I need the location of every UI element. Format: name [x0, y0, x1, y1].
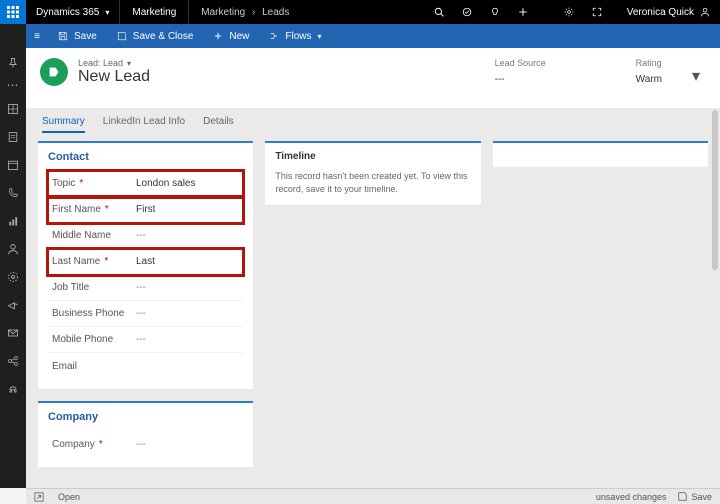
- related-section: [493, 141, 708, 167]
- rail-email[interactable]: [6, 326, 20, 340]
- rail-calls[interactable]: [6, 186, 20, 200]
- record-status: Open: [58, 492, 80, 502]
- form-tabs: Summary LinkedIn Lead Info Details: [38, 108, 708, 141]
- footer-save-button[interactable]: Save: [678, 492, 712, 502]
- field-first-name[interactable]: First Name* First: [48, 197, 243, 223]
- bulb-icon: [490, 7, 500, 17]
- company-section: Company Company* ---: [38, 401, 253, 467]
- rail-support[interactable]: [6, 382, 20, 396]
- chevron-down-icon: ▾: [105, 8, 109, 17]
- rail-campaigns[interactable]: [6, 298, 20, 312]
- fullscreen-button[interactable]: [583, 0, 611, 24]
- breadcrumb-area[interactable]: Marketing: [201, 7, 245, 18]
- save-close-button[interactable]: Save & Close: [107, 31, 204, 42]
- page-title: New Lead: [78, 68, 150, 86]
- scrollbar[interactable]: [712, 110, 718, 270]
- field-job-title[interactable]: Job Title ---: [48, 275, 243, 301]
- expand-icon: [592, 7, 602, 17]
- form-header: Lead: Lead ▾ New Lead Lead Source --- Ra…: [26, 48, 720, 96]
- field-last-name[interactable]: Last Name* Last: [48, 249, 243, 275]
- field-company[interactable]: Company* ---: [48, 431, 243, 457]
- section-title: Timeline: [275, 151, 470, 162]
- tab-summary[interactable]: Summary: [42, 116, 85, 133]
- save-icon: [58, 31, 68, 41]
- header-expand[interactable]: ▾: [692, 58, 706, 86]
- command-bar: ≡ Save Save & Close New Flows ▾: [26, 24, 720, 48]
- field-business-phone[interactable]: Business Phone ---: [48, 301, 243, 327]
- rail-overflow[interactable]: ⋯: [7, 78, 20, 92]
- field-topic[interactable]: Topic* London sales: [48, 171, 243, 197]
- person-icon: [700, 7, 710, 17]
- field-mobile-phone[interactable]: Mobile Phone ---: [48, 327, 243, 353]
- breadcrumb-page[interactable]: Leads: [262, 7, 289, 18]
- rail-social[interactable]: [6, 354, 20, 368]
- top-navbar: Dynamics 365 ▾ Marketing Marketing › Lea…: [0, 0, 720, 24]
- user-name: Veronica Quick: [627, 7, 694, 18]
- section-title: Contact: [48, 151, 243, 163]
- sitemap-toggle[interactable]: ≡: [26, 31, 48, 42]
- waffle-icon: [7, 6, 19, 18]
- new-button[interactable]: New: [203, 31, 259, 42]
- save-close-icon: [117, 31, 127, 41]
- gear-icon: [564, 7, 574, 17]
- assistant-button[interactable]: [481, 0, 509, 24]
- entity-icon: [40, 58, 68, 86]
- header-field-rating[interactable]: Rating Warm: [636, 58, 662, 85]
- tab-linkedin[interactable]: LinkedIn Lead Info: [103, 116, 185, 133]
- search-button[interactable]: [425, 0, 453, 24]
- status-bar: Open unsaved changes Save: [26, 488, 720, 504]
- form-content: Lead: Lead ▾ New Lead Lead Source --- Ra…: [26, 48, 720, 488]
- contact-section: Contact Topic* London sales First Name* …: [38, 141, 253, 389]
- navigation-rail: ⋯: [0, 24, 26, 488]
- rail-contacts[interactable]: [6, 242, 20, 256]
- breadcrumb: Marketing › Leads: [189, 7, 301, 18]
- rail-settings[interactable]: [6, 270, 20, 284]
- search-icon: [434, 7, 444, 17]
- lead-icon: [47, 65, 61, 79]
- chevron-down-icon: ▾: [318, 32, 322, 41]
- popout-icon[interactable]: [34, 492, 44, 502]
- unsaved-indicator: unsaved changes: [596, 492, 667, 502]
- tab-details[interactable]: Details: [203, 116, 234, 133]
- rail-calendar[interactable]: [6, 158, 20, 172]
- flow-icon: [269, 31, 279, 41]
- rail-dashboards[interactable]: [6, 102, 20, 116]
- field-email[interactable]: Email: [48, 353, 243, 379]
- save-button[interactable]: Save: [48, 31, 107, 42]
- app-launcher-button[interactable]: [0, 0, 26, 24]
- brand-label: Dynamics 365: [36, 7, 99, 18]
- rail-reports[interactable]: [6, 214, 20, 228]
- task-button[interactable]: [453, 0, 481, 24]
- field-middle-name[interactable]: Middle Name ---: [48, 223, 243, 249]
- task-icon: [462, 7, 472, 17]
- app-name[interactable]: Marketing: [120, 0, 189, 24]
- save-icon: [678, 492, 687, 501]
- user-menu[interactable]: Veronica Quick: [611, 7, 720, 18]
- chevron-down-icon: ▾: [127, 59, 131, 68]
- plus-icon: [213, 31, 223, 41]
- flows-button[interactable]: Flows ▾: [259, 31, 331, 42]
- entity-type-selector[interactable]: Lead: Lead ▾: [78, 58, 150, 68]
- timeline-empty-note: This record hasn't been created yet. To …: [275, 170, 470, 195]
- brand-dropdown[interactable]: Dynamics 365 ▾: [26, 0, 120, 24]
- add-button[interactable]: [509, 0, 537, 24]
- plus-icon: [518, 7, 528, 17]
- settings-button[interactable]: [555, 0, 583, 24]
- rail-pin[interactable]: [6, 56, 20, 70]
- header-field-lead-source[interactable]: Lead Source ---: [495, 58, 546, 85]
- section-title: Company: [48, 411, 243, 423]
- timeline-section: Timeline This record hasn't been created…: [265, 141, 480, 205]
- rail-activities[interactable]: [6, 130, 20, 144]
